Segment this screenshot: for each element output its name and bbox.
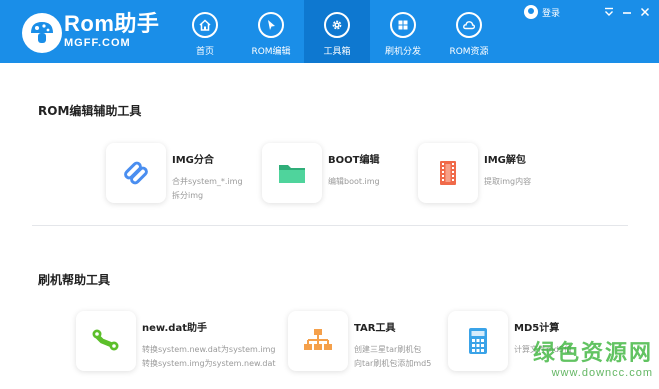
tool-text: IMG解包 提取img内容 [484, 151, 531, 189]
toolbox-panel: ROM编辑辅助工具 IMG分合 合并system_*.img 拆分img BOO… [0, 63, 659, 389]
brand-name: Rom助手 [64, 11, 160, 36]
calculator-icon [469, 328, 487, 354]
nav-tab-toolbox[interactable]: 工具箱 [304, 0, 370, 63]
home-icon [192, 12, 218, 38]
tool-tile [288, 311, 348, 371]
tool-tile [76, 311, 136, 371]
tool-desc: 合并system_*.img 拆分img [172, 175, 243, 203]
watermark-title: 绿色资源网 [532, 341, 653, 366]
tool-text: IMG分合 合并system_*.img 拆分img [172, 151, 243, 203]
close-icon [640, 7, 650, 17]
menu-dropdown-button[interactable] [602, 4, 616, 18]
tool-tile [262, 143, 322, 203]
tool-name: new.dat助手 [142, 323, 207, 334]
mushroom-logo-icon [22, 13, 62, 53]
login-label: 登录 [542, 8, 561, 19]
minimize-button[interactable] [620, 4, 634, 18]
login-button[interactable]: 登录 [524, 5, 560, 19]
nav-label: 首页 [195, 47, 214, 57]
grid-icon [390, 12, 416, 38]
tool-name: MD5计算 [514, 323, 560, 334]
nav-label: ROM资源 [449, 47, 489, 57]
tool-desc-line: 编辑boot.img [328, 177, 380, 186]
tool-tile [106, 143, 166, 203]
tool-text: TAR工具 创建三星tar刷机包 向tar刷机包添加md5 [354, 319, 431, 371]
app-window: Rom助手 MGFF.COM 首页 ROM编辑 工具箱 刷机分发 ROM资源 登… [0, 0, 659, 389]
brand: Rom助手 MGFF.COM [64, 12, 159, 50]
tool-text: BOOT编辑 编辑boot.img [328, 151, 380, 189]
main-nav: 首页 ROM编辑 工具箱 刷机分发 ROM资源 [172, 0, 502, 63]
nav-tab-home[interactable]: 首页 [172, 0, 238, 63]
tool-desc: 转换system.new.dat为system.img 转换system.img… [142, 343, 275, 371]
film-icon [440, 161, 456, 185]
tool-desc: 编辑boot.img [328, 175, 380, 189]
user-avatar-icon [524, 5, 538, 19]
tool-desc: 创建三星tar刷机包 向tar刷机包添加md5 [354, 343, 431, 371]
tool-img-split-merge[interactable]: IMG分合 合并system_*.img 拆分img [106, 143, 243, 203]
folder-icon [279, 165, 305, 183]
tool-boot-edit[interactable]: BOOT编辑 编辑boot.img [262, 143, 380, 203]
close-button[interactable] [638, 4, 652, 18]
hierarchy-icon [304, 329, 332, 350]
section-title-rom-tools: ROM编辑辅助工具 [38, 104, 142, 118]
header-bar: Rom助手 MGFF.COM 首页 ROM编辑 工具箱 刷机分发 ROM资源 登… [0, 0, 659, 63]
tool-desc-line: 提取img内容 [484, 177, 532, 186]
cloud-icon [456, 12, 482, 38]
nav-tab-rom-edit[interactable]: ROM编辑 [238, 0, 304, 63]
tool-text: new.dat助手 转换system.new.dat为system.img 转换… [142, 319, 275, 371]
minimize-icon [623, 12, 631, 14]
tool-img-unpack[interactable]: IMG解包 提取img内容 [418, 143, 531, 203]
tool-name: TAR工具 [354, 323, 396, 334]
tool-name: IMG分合 [172, 155, 214, 166]
tool-tar-tool[interactable]: TAR工具 创建三星tar刷机包 向tar刷机包添加md5 [288, 311, 431, 371]
nav-tab-rom-resources[interactable]: ROM资源 [436, 0, 502, 63]
tool-desc-line: 向tar刷机包添加md5 [354, 359, 432, 368]
brand-domain: MGFF.COM [64, 37, 131, 49]
tool-desc-line: 转换system.new.dat为system.img [142, 345, 276, 354]
tool-desc: 提取img内容 [484, 175, 531, 189]
nav-tab-flash-distribute[interactable]: 刷机分发 [370, 0, 436, 63]
chevron-down-icon [605, 7, 613, 16]
watermark-url: www.downcc.com [551, 367, 653, 379]
tool-new-dat-helper[interactable]: new.dat助手 转换system.new.dat为system.img 转换… [76, 311, 275, 371]
cursor-icon [258, 12, 284, 38]
link-icon [124, 161, 148, 185]
wrench-icon [92, 329, 119, 351]
section-title-flash-tools: 刷机帮助工具 [38, 273, 111, 287]
tool-desc-line: 拆分img [172, 191, 204, 200]
tool-name: IMG解包 [484, 155, 526, 166]
gear-icon [324, 12, 350, 38]
tool-desc-line: 创建三星tar刷机包 [354, 345, 422, 354]
watermark: 绿色资源网 www.downcc.com [533, 335, 653, 379]
section-divider [32, 225, 628, 226]
tool-desc-line: 合并system_*.img [172, 177, 243, 186]
nav-label: 刷机分发 [384, 47, 421, 57]
tool-tile [418, 143, 478, 203]
nav-label: ROM编辑 [251, 47, 291, 57]
tool-desc-line: 转换system.img为system.new.dat [142, 359, 276, 368]
nav-label: 工具箱 [323, 47, 351, 57]
tool-tile [448, 311, 508, 371]
tool-name: BOOT编辑 [328, 155, 380, 166]
